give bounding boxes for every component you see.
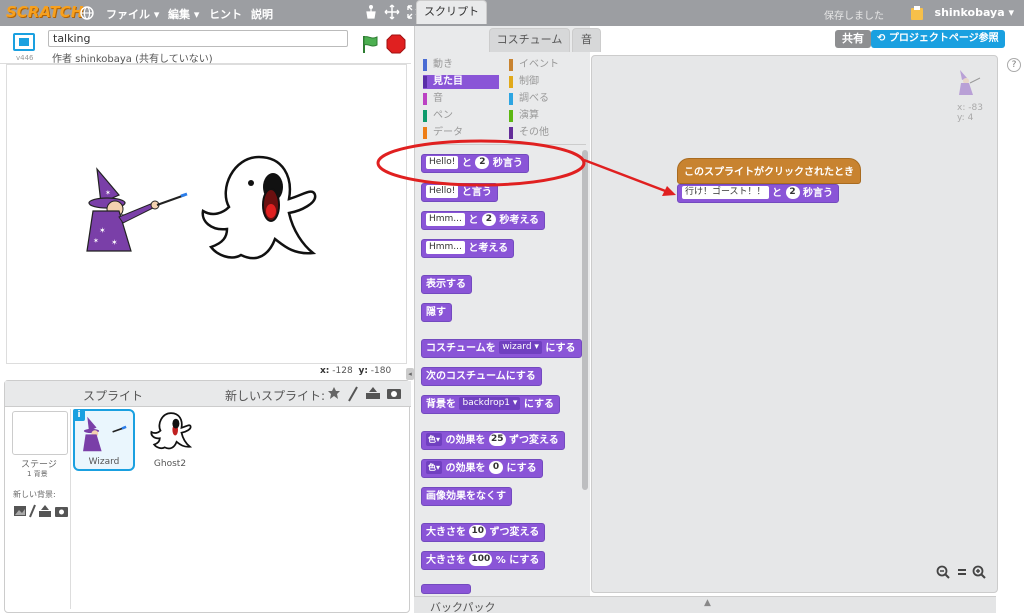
category-control[interactable]: 制御: [509, 75, 585, 89]
palette-divider: [418, 144, 586, 145]
author-line: 作者 shinkobaya (共有していない): [52, 54, 213, 65]
sprite-name: Wizard: [88, 457, 120, 467]
ghost-thumbnail: [150, 412, 193, 450]
zoom-reset-icon: [958, 569, 966, 575]
menu-bar: SCRATCH ファイル ▾ 編集 ▾ ヒント 説明 ? 保存しました shin…: [0, 0, 1024, 26]
stage-header: v446 talking 作者 shinkobaya (共有していない): [0, 26, 411, 65]
fullscreen-icon[interactable]: [13, 33, 35, 51]
block-think-for-secs[interactable]: Hmm... と 2 秒考える: [421, 211, 546, 230]
category-events[interactable]: イベント: [509, 58, 585, 72]
sprite-tile-ghost2[interactable]: Ghost2: [139, 409, 201, 471]
category-motion[interactable]: 動き: [423, 58, 499, 72]
green-flag-icon[interactable]: [360, 34, 380, 54]
collapse-stage-handle[interactable]: ◂: [406, 368, 414, 380]
project-page-label: プロジェクトページ参照: [888, 33, 999, 44]
current-sprite-thumbnail: [959, 70, 981, 95]
folder-icon[interactable]: [910, 5, 924, 21]
mouse-x-label: x:: [320, 366, 330, 376]
stop-icon[interactable]: [386, 34, 406, 54]
block-switch-costume[interactable]: コスチュームを wizard ▾ にする: [421, 339, 582, 358]
file-menu[interactable]: ファイル ▾: [106, 6, 159, 22]
tips-menu[interactable]: ヒント: [209, 6, 242, 22]
sprite-tile-wizard[interactable]: i Wizard: [73, 409, 135, 471]
block-clear-effects[interactable]: 画像効果をなくす: [421, 487, 512, 506]
wizard-sprite[interactable]: ✶✶✶ ✶: [79, 165, 199, 255]
block-say-for-secs[interactable]: Hello! と 2 秒言う: [421, 154, 529, 173]
backpack-bar[interactable]: バックパック ▲: [414, 596, 996, 614]
zoom-controls[interactable]: [936, 565, 994, 583]
stage-thumbnail-image[interactable]: [12, 411, 68, 455]
new-sprite-label: 新しいスプライト:: [225, 389, 326, 403]
ghost-sprite[interactable]: [197, 151, 321, 271]
svg-text:✶: ✶: [99, 226, 106, 235]
cut-icon[interactable]: [384, 4, 400, 20]
sprite-x: x: -83: [957, 103, 983, 113]
version-label: v446: [16, 54, 34, 62]
block-next-costume[interactable]: 次のコスチュームにする: [421, 367, 542, 386]
block-change-size[interactable]: 大きさを 10 ずつ変える: [421, 523, 546, 542]
zoom-out-icon: [936, 565, 950, 579]
block-set-size[interactable]: 大きさを 100 % にする: [421, 551, 546, 570]
new-backdrop-label: 新しい背景:: [13, 490, 56, 499]
help-tips-icon[interactable]: ?: [1007, 58, 1021, 72]
stage-thumbnail[interactable]: ステージ 1 背景 新しい背景:: [9, 409, 71, 609]
stage-backdrop-count: 1 背景: [27, 470, 48, 478]
block-script-say-for-secs[interactable]: 行け！ゴースト！！ と 2 秒言う: [677, 184, 840, 203]
sprite-position: x: -83 y: 4: [957, 103, 983, 123]
scratch-logo[interactable]: SCRATCH: [6, 3, 83, 21]
wizard-thumbnail: [83, 416, 127, 452]
sprite-y: y: 4: [957, 113, 974, 123]
tab-scripts[interactable]: スクリプト: [416, 0, 487, 24]
share-button[interactable]: 共有: [835, 30, 871, 48]
block-show[interactable]: 表示する: [421, 275, 472, 294]
see-project-icon: ⟲: [877, 33, 886, 44]
mouse-x-value: -128: [332, 366, 353, 376]
block-say[interactable]: Hello! と言う: [421, 183, 498, 202]
category-sound[interactable]: 音: [423, 92, 499, 106]
sprite-pane-header: スプライト 新しいスプライト:: [5, 381, 411, 407]
category-sensing[interactable]: 調べる: [509, 92, 585, 106]
mouse-y-value: -180: [370, 366, 392, 376]
category-looks[interactable]: 見た目: [423, 75, 499, 89]
sprite-pane: スプライト 新しいスプライト: ステージ 1 背景 新しい背景: i Wizar…: [4, 380, 411, 613]
mouse-coordinates: x: -128 y: -180: [320, 366, 391, 376]
duplicate-icon[interactable]: [363, 4, 379, 20]
category-more-blocks[interactable]: その他: [509, 126, 585, 140]
block-think[interactable]: Hmm... と考える: [421, 239, 515, 258]
edit-menu[interactable]: 編集 ▾: [168, 6, 199, 22]
block-change-effect[interactable]: 色▾ の効果を 25 ずつ変える: [421, 431, 565, 450]
project-page-button[interactable]: ⟲ プロジェクトページ参照: [871, 30, 1005, 48]
block-partial[interactable]: [421, 584, 471, 594]
stage[interactable]: ✶ ✶ ✶ ✶: [6, 64, 407, 364]
user-menu[interactable]: shinkobaya ▾: [935, 6, 1014, 19]
zoom-in-icon: [972, 565, 986, 579]
block-set-effect[interactable]: 色▾ の効果を 0 にする: [421, 459, 543, 478]
about-menu[interactable]: 説明: [251, 6, 273, 22]
tab-sounds[interactable]: 音: [572, 28, 601, 52]
sprite-library-icon[interactable]: [327, 386, 341, 403]
camera-sprite-icon[interactable]: [386, 386, 402, 403]
save-status: 保存しました: [824, 11, 884, 22]
script-area[interactable]: [591, 55, 998, 593]
block-switch-backdrop[interactable]: 背景を backdrop1 ▾ にする: [421, 395, 561, 414]
project-title-input[interactable]: talking: [48, 30, 348, 47]
palette-scrollbar[interactable]: [582, 150, 588, 490]
new-backdrop-icons[interactable]: [13, 504, 73, 521]
backpack-expand-icon[interactable]: ▲: [704, 598, 711, 608]
category-pen[interactable]: ペン: [423, 109, 499, 123]
svg-text:✶: ✶: [111, 238, 118, 247]
tab-costumes[interactable]: コスチューム: [489, 28, 570, 52]
svg-text:✶: ✶: [93, 237, 99, 245]
sprite-pane-title: スプライト: [83, 389, 144, 403]
block-when-sprite-clicked[interactable]: このスプライトがクリックされたとき: [677, 158, 861, 184]
mouse-y-label: y:: [358, 366, 368, 376]
category-data[interactable]: データ: [423, 126, 499, 140]
upload-sprite-icon[interactable]: [365, 386, 381, 403]
block-hide[interactable]: 隠す: [421, 303, 452, 322]
category-operators[interactable]: 演算: [509, 109, 585, 123]
svg-text:✶: ✶: [105, 189, 111, 197]
paint-sprite-icon[interactable]: [347, 386, 359, 405]
globe-icon[interactable]: [80, 6, 94, 23]
sprite-name: Ghost2: [153, 459, 187, 469]
